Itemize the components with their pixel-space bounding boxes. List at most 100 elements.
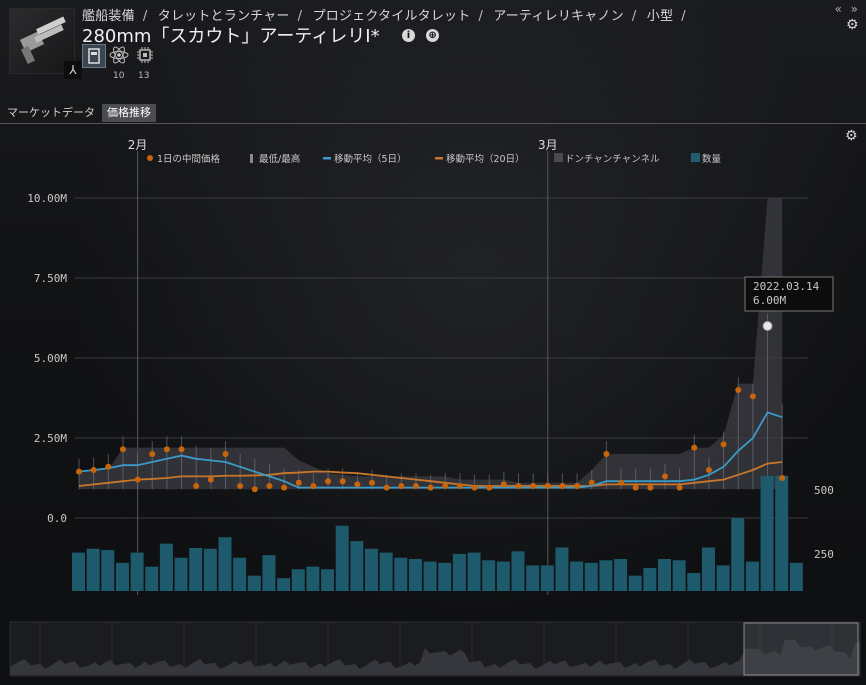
median-price-dot[interactable] [193,483,200,489]
median-price-dot[interactable] [281,484,288,491]
atom-icon[interactable] [108,44,130,66]
volume-bar[interactable] [716,565,730,591]
median-price-dot[interactable] [237,483,244,489]
volume-bar[interactable] [218,537,232,591]
info-badge-icon[interactable]: ⅄ [64,61,82,79]
volume-bar[interactable] [321,569,335,591]
median-price-dot[interactable] [574,483,581,489]
median-price-dot[interactable] [559,483,566,489]
median-price-dot[interactable] [515,483,522,489]
legend-label[interactable]: ドンチャンチャンネル [565,154,660,165]
volume-bar[interactable] [247,575,261,591]
median-price-dot[interactable] [676,484,683,491]
tab-price-history[interactable]: 価格推移 [102,104,156,122]
median-price-dot[interactable] [412,483,419,489]
volume-bar[interactable] [745,561,759,591]
median-price-dot[interactable] [369,479,375,486]
volume-bar[interactable] [482,560,496,591]
volume-bar[interactable] [335,525,349,591]
volume-bar[interactable] [101,550,115,591]
volume-bar[interactable] [570,561,584,591]
volume-bar[interactable] [672,560,686,591]
median-price-dot[interactable] [266,483,273,489]
median-price-dot[interactable] [222,451,229,457]
volume-bar[interactable] [379,552,393,591]
volume-bar[interactable] [467,552,481,591]
target-icon[interactable]: ⊕ [426,29,440,42]
volume-bar[interactable] [628,575,642,591]
median-price-dot[interactable] [456,483,463,489]
highlighted-price-dot[interactable] [762,321,773,331]
volume-bar[interactable] [72,552,85,591]
collapse-left-icon[interactable]: « [834,2,841,16]
median-price-dot[interactable] [749,393,756,400]
median-price-dot[interactable] [500,481,507,488]
volume-bar[interactable] [438,562,452,591]
median-price-dot[interactable] [310,483,317,489]
volume-bar[interactable] [701,547,715,591]
info-icon[interactable]: i [402,29,415,42]
volume-bar[interactable] [174,557,188,591]
legend-label[interactable]: 1日の中間価格 [157,153,221,165]
volume-bar[interactable] [130,552,144,591]
median-price-dot[interactable] [90,467,97,473]
price-history-chart[interactable]: 10.00M 7.50M 5.00M 2.50M 0.0 500 250 2月 3月 1日の中間価… [0,125,866,685]
median-price-dot[interactable] [325,478,332,485]
volume-bar[interactable] [452,553,466,591]
median-price-dot[interactable] [207,476,214,483]
volume-bar[interactable] [233,557,247,591]
median-price-dot[interactable] [618,479,625,486]
median-price-dot[interactable] [720,441,727,448]
collapse-right-icon[interactable]: » [851,2,858,16]
volume-bar[interactable] [599,560,613,591]
volume-bar[interactable] [760,475,774,591]
volume-bar[interactable] [687,573,701,591]
median-price-dot[interactable] [442,483,449,489]
median-price-dot[interactable] [471,484,478,491]
volume-bar[interactable] [643,567,657,591]
blueprint-icon[interactable] [82,44,106,68]
tab-market-data[interactable]: マーケットデータ [2,104,100,122]
item-icon[interactable]: ⅄ [9,8,82,79]
volume-bar[interactable] [658,559,671,591]
median-price-dot[interactable] [163,446,170,453]
median-price-dot[interactable] [427,484,434,491]
volume-bar[interactable] [159,543,173,591]
median-price-dot[interactable] [530,483,537,489]
volume-bar[interactable] [775,475,789,591]
volume-bar[interactable] [86,548,100,591]
median-price-dot[interactable] [779,475,786,481]
volume-bar[interactable] [203,548,217,591]
median-price-dot[interactable] [105,463,112,470]
median-price-dot[interactable] [398,483,405,489]
legend-label[interactable]: 移動平均（20日） [446,153,525,165]
median-price-dot[interactable] [134,476,141,483]
volume-bar[interactable] [115,562,129,591]
median-price-dot[interactable] [662,473,668,480]
legend-label[interactable]: 移動平均（5日） [334,153,407,165]
median-price-dot[interactable] [647,484,654,491]
median-price-dot[interactable] [486,484,493,491]
breadcrumb-item[interactable]: 小型 [647,9,673,24]
median-price-dot[interactable] [383,484,390,491]
volume-bar[interactable] [789,562,803,591]
median-price-dot[interactable] [705,467,712,473]
chip-icon[interactable] [134,44,156,66]
volume-bar[interactable] [365,548,378,591]
median-price-dot[interactable] [339,478,346,485]
volume-bar[interactable] [262,555,276,591]
legend-label[interactable]: 最低/最高 [259,153,300,165]
settings-gear-icon[interactable]: ⚙ [846,18,860,32]
volume-bar[interactable] [306,566,320,591]
volume-bar[interactable] [555,547,569,591]
median-price-dot[interactable] [354,481,361,488]
median-price-dot[interactable] [588,479,595,486]
volume-bar[interactable] [584,562,598,591]
median-price-dot[interactable] [251,486,258,493]
median-price-dot[interactable] [544,483,551,489]
volume-bar[interactable] [189,547,203,591]
volume-bar[interactable] [614,559,628,591]
volume-bar[interactable] [408,559,422,591]
median-price-dot[interactable] [603,451,610,457]
volume-bar[interactable] [496,561,510,591]
